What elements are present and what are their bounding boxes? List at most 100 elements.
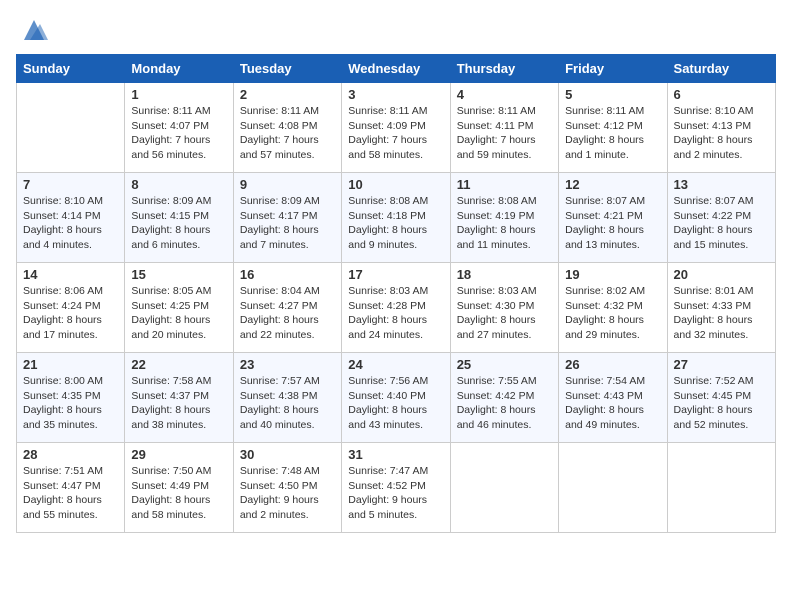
day-number: 9 xyxy=(240,177,335,192)
calendar-cell: 24 Sunrise: 7:56 AMSunset: 4:40 PMDayligh… xyxy=(342,353,450,443)
calendar-cell: 26 Sunrise: 7:54 AMSunset: 4:43 PMDayligh… xyxy=(559,353,667,443)
calendar-cell: 1 Sunrise: 8:11 AMSunset: 4:07 PMDaylight… xyxy=(125,83,233,173)
cell-info: Sunrise: 7:51 AMSunset: 4:47 PMDaylight:… xyxy=(23,464,118,523)
cell-info: Sunrise: 8:11 AMSunset: 4:11 PMDaylight:… xyxy=(457,104,552,163)
cell-info: Sunrise: 7:54 AMSunset: 4:43 PMDaylight:… xyxy=(565,374,660,433)
day-number: 3 xyxy=(348,87,443,102)
cell-info: Sunrise: 8:10 AMSunset: 4:14 PMDaylight:… xyxy=(23,194,118,253)
calendar-cell: 9 Sunrise: 8:09 AMSunset: 4:17 PMDaylight… xyxy=(233,173,341,263)
day-number: 10 xyxy=(348,177,443,192)
cell-info: Sunrise: 8:08 AMSunset: 4:18 PMDaylight:… xyxy=(348,194,443,253)
calendar-cell: 2 Sunrise: 8:11 AMSunset: 4:08 PMDaylight… xyxy=(233,83,341,173)
day-number: 2 xyxy=(240,87,335,102)
cell-info: Sunrise: 8:02 AMSunset: 4:32 PMDaylight:… xyxy=(565,284,660,343)
calendar-cell: 8 Sunrise: 8:09 AMSunset: 4:15 PMDaylight… xyxy=(125,173,233,263)
calendar-cell: 18 Sunrise: 8:03 AMSunset: 4:30 PMDayligh… xyxy=(450,263,558,353)
col-header-monday: Monday xyxy=(125,55,233,83)
calendar-cell: 28 Sunrise: 7:51 AMSunset: 4:47 PMDayligh… xyxy=(17,443,125,533)
cell-info: Sunrise: 8:10 AMSunset: 4:13 PMDaylight:… xyxy=(674,104,769,163)
logo xyxy=(16,16,48,44)
day-number: 18 xyxy=(457,267,552,282)
calendar-cell: 22 Sunrise: 7:58 AMSunset: 4:37 PMDayligh… xyxy=(125,353,233,443)
calendar-cell: 3 Sunrise: 8:11 AMSunset: 4:09 PMDaylight… xyxy=(342,83,450,173)
day-number: 24 xyxy=(348,357,443,372)
calendar-cell: 21 Sunrise: 8:00 AMSunset: 4:35 PMDayligh… xyxy=(17,353,125,443)
cell-info: Sunrise: 8:01 AMSunset: 4:33 PMDaylight:… xyxy=(674,284,769,343)
cell-info: Sunrise: 8:11 AMSunset: 4:08 PMDaylight:… xyxy=(240,104,335,163)
cell-info: Sunrise: 8:05 AMSunset: 4:25 PMDaylight:… xyxy=(131,284,226,343)
cell-info: Sunrise: 8:11 AMSunset: 4:09 PMDaylight:… xyxy=(348,104,443,163)
calendar-cell: 11 Sunrise: 8:08 AMSunset: 4:19 PMDayligh… xyxy=(450,173,558,263)
day-number: 21 xyxy=(23,357,118,372)
day-number: 6 xyxy=(674,87,769,102)
cell-info: Sunrise: 7:50 AMSunset: 4:49 PMDaylight:… xyxy=(131,464,226,523)
cell-info: Sunrise: 7:48 AMSunset: 4:50 PMDaylight:… xyxy=(240,464,335,523)
calendar-cell: 20Sunrise: 8:01 AMSunset: 4:33 PMDayligh… xyxy=(667,263,775,353)
day-number: 1 xyxy=(131,87,226,102)
calendar-cell: 31 Sunrise: 7:47 AMSunset: 4:52 PMDayligh… xyxy=(342,443,450,533)
cell-info: Sunrise: 7:52 AMSunset: 4:45 PMDaylight:… xyxy=(674,374,769,433)
day-number: 11 xyxy=(457,177,552,192)
day-number: 22 xyxy=(131,357,226,372)
cell-info: Sunrise: 7:58 AMSunset: 4:37 PMDaylight:… xyxy=(131,374,226,433)
day-number: 8 xyxy=(131,177,226,192)
day-number: 27 xyxy=(674,357,769,372)
cell-info: Sunrise: 7:47 AMSunset: 4:52 PMDaylight:… xyxy=(348,464,443,523)
day-number: 26 xyxy=(565,357,660,372)
cell-info: Sunrise: 8:08 AMSunset: 4:19 PMDaylight:… xyxy=(457,194,552,253)
calendar-cell: 4 Sunrise: 8:11 AMSunset: 4:11 PMDaylight… xyxy=(450,83,558,173)
cell-info: Sunrise: 7:56 AMSunset: 4:40 PMDaylight:… xyxy=(348,374,443,433)
cell-info: Sunrise: 8:11 AMSunset: 4:07 PMDaylight:… xyxy=(131,104,226,163)
page-header xyxy=(16,16,776,44)
day-number: 31 xyxy=(348,447,443,462)
calendar-cell: 12Sunrise: 8:07 AMSunset: 4:21 PMDayligh… xyxy=(559,173,667,263)
col-header-saturday: Saturday xyxy=(667,55,775,83)
cell-info: Sunrise: 8:09 AMSunset: 4:17 PMDaylight:… xyxy=(240,194,335,253)
col-header-friday: Friday xyxy=(559,55,667,83)
day-number: 23 xyxy=(240,357,335,372)
calendar-cell xyxy=(17,83,125,173)
calendar-cell xyxy=(667,443,775,533)
col-header-thursday: Thursday xyxy=(450,55,558,83)
day-number: 16 xyxy=(240,267,335,282)
day-number: 15 xyxy=(131,267,226,282)
calendar-cell xyxy=(559,443,667,533)
day-number: 5 xyxy=(565,87,660,102)
calendar-cell: 5 Sunrise: 8:11 AMSunset: 4:12 PMDaylight… xyxy=(559,83,667,173)
calendar-cell: 16 Sunrise: 8:04 AMSunset: 4:27 PMDayligh… xyxy=(233,263,341,353)
cell-info: Sunrise: 8:04 AMSunset: 4:27 PMDaylight:… xyxy=(240,284,335,343)
calendar-cell: 17Sunrise: 8:03 AMSunset: 4:28 PMDayligh… xyxy=(342,263,450,353)
logo-icon xyxy=(20,16,48,44)
cell-info: Sunrise: 8:07 AMSunset: 4:22 PMDaylight:… xyxy=(674,194,769,253)
calendar-cell: 7 Sunrise: 8:10 AMSunset: 4:14 PMDaylight… xyxy=(17,173,125,263)
calendar-cell: 29Sunrise: 7:50 AMSunset: 4:49 PMDayligh… xyxy=(125,443,233,533)
cell-info: Sunrise: 8:03 AMSunset: 4:30 PMDaylight:… xyxy=(457,284,552,343)
calendar-cell: 10 Sunrise: 8:08 AMSunset: 4:18 PMDayligh… xyxy=(342,173,450,263)
day-number: 4 xyxy=(457,87,552,102)
col-header-wednesday: Wednesday xyxy=(342,55,450,83)
cell-info: Sunrise: 8:11 AMSunset: 4:12 PMDaylight:… xyxy=(565,104,660,163)
cell-info: Sunrise: 8:09 AMSunset: 4:15 PMDaylight:… xyxy=(131,194,226,253)
day-number: 19 xyxy=(565,267,660,282)
calendar-cell: 30 Sunrise: 7:48 AMSunset: 4:50 PMDayligh… xyxy=(233,443,341,533)
calendar-cell: 14 Sunrise: 8:06 AMSunset: 4:24 PMDayligh… xyxy=(17,263,125,353)
calendar-cell: 13 Sunrise: 8:07 AMSunset: 4:22 PMDayligh… xyxy=(667,173,775,263)
day-number: 7 xyxy=(23,177,118,192)
cell-info: Sunrise: 7:55 AMSunset: 4:42 PMDaylight:… xyxy=(457,374,552,433)
cell-info: Sunrise: 7:57 AMSunset: 4:38 PMDaylight:… xyxy=(240,374,335,433)
cell-info: Sunrise: 8:00 AMSunset: 4:35 PMDaylight:… xyxy=(23,374,118,433)
day-number: 25 xyxy=(457,357,552,372)
day-number: 30 xyxy=(240,447,335,462)
calendar-cell: 27 Sunrise: 7:52 AMSunset: 4:45 PMDayligh… xyxy=(667,353,775,443)
day-number: 13 xyxy=(674,177,769,192)
calendar-cell: 6 Sunrise: 8:10 AMSunset: 4:13 PMDaylight… xyxy=(667,83,775,173)
day-number: 28 xyxy=(23,447,118,462)
cell-info: Sunrise: 8:03 AMSunset: 4:28 PMDaylight:… xyxy=(348,284,443,343)
calendar-cell: 19 Sunrise: 8:02 AMSunset: 4:32 PMDayligh… xyxy=(559,263,667,353)
cell-info: Sunrise: 8:06 AMSunset: 4:24 PMDaylight:… xyxy=(23,284,118,343)
day-number: 12 xyxy=(565,177,660,192)
day-number: 14 xyxy=(23,267,118,282)
calendar-table: SundayMondayTuesdayWednesdayThursdayFrid… xyxy=(16,54,776,533)
col-header-sunday: Sunday xyxy=(17,55,125,83)
calendar-cell xyxy=(450,443,558,533)
